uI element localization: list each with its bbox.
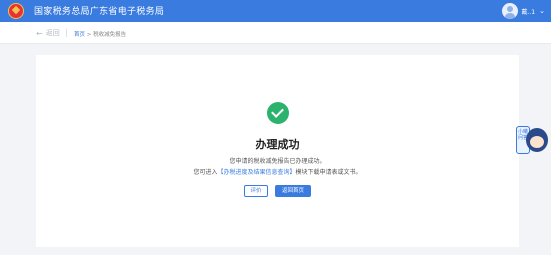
back-button[interactable]: ← 返回 xyxy=(36,28,60,38)
success-check-icon xyxy=(267,102,289,124)
tax-bureau-emblem-icon xyxy=(8,3,24,19)
progress-query-link[interactable]: 【办税进度及结果信息查询】 xyxy=(217,169,295,176)
result-message: 您申请的税收减免报告已办理成功。 xyxy=(229,158,326,165)
hint-suffix: 模块下载申请表或文书。 xyxy=(295,169,362,176)
breadcrumb: 首页 > 税收减免报告 xyxy=(74,30,126,38)
assistant-avatar-icon[interactable] xyxy=(526,128,548,152)
breadcrumb-bar: ← 返回 首页 > 税收减免报告 xyxy=(0,22,551,44)
hint-prefix: 您可进入 xyxy=(193,169,218,176)
breadcrumb-current: 税收减免报告 xyxy=(93,32,127,38)
divider xyxy=(66,29,67,37)
arrow-left-icon[interactable]: ← xyxy=(36,29,43,38)
chevron-down-icon[interactable]: ⌄ xyxy=(539,7,545,15)
return-home-button[interactable]: 返回首页 xyxy=(275,185,311,197)
breadcrumb-separator: > xyxy=(86,32,92,38)
site-title: 国家税务总局广东省电子税务局 xyxy=(34,7,165,17)
breadcrumb-home[interactable]: 首页 xyxy=(74,32,85,38)
avatar[interactable] xyxy=(502,3,519,19)
result-hint: 您可进入【办税进度及结果信息查询】模块下载申请表或文书。 xyxy=(36,167,519,176)
result-title: 办理成功 xyxy=(255,138,300,151)
user-menu[interactable]: 戴..1 ⌄ xyxy=(502,2,545,20)
evaluate-button[interactable]: 评价 xyxy=(244,185,268,197)
assistant-widget[interactable]: 小曦问答 xyxy=(516,122,551,158)
user-name[interactable]: 戴..1 xyxy=(521,7,535,16)
back-label[interactable]: 返回 xyxy=(46,28,60,38)
top-header: 国家税务总局广东省电子税务局 戴..1 ⌄ xyxy=(0,0,551,22)
result-card: 办理成功 您申请的税收减免报告已办理成功。 您可进入【办税进度及结果信息查询】模… xyxy=(36,55,519,247)
